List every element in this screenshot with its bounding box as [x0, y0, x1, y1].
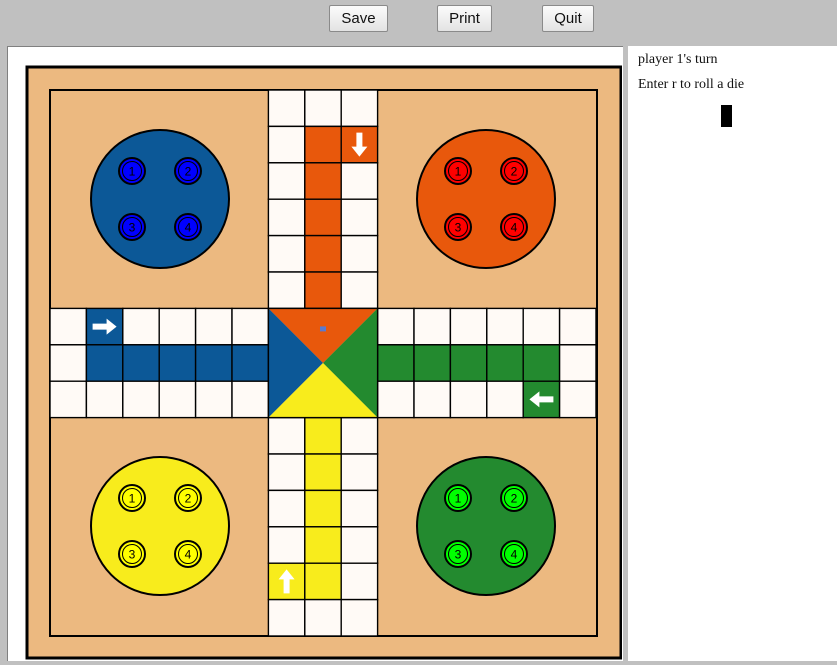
track-cell	[304, 125, 342, 164]
track-cell	[267, 453, 306, 492]
token-label: 1	[129, 492, 136, 506]
track-cell	[486, 307, 524, 346]
token-label: 1	[129, 165, 136, 179]
track-cell	[340, 162, 379, 200]
center-marker	[320, 326, 326, 332]
track-cell	[304, 598, 342, 637]
track-cell	[304, 162, 342, 200]
track-cell	[449, 380, 488, 419]
track-cell	[449, 344, 488, 382]
track-cell	[158, 380, 197, 419]
track-cell	[304, 198, 342, 237]
track-cell	[194, 307, 233, 346]
track-cell	[522, 344, 561, 382]
track-cell	[558, 344, 597, 382]
yellow-base	[90, 456, 230, 596]
track-cell	[122, 307, 160, 346]
toolbar: Save Print Quit	[0, 0, 837, 44]
track-cell	[85, 380, 124, 419]
token-label: 4	[185, 548, 192, 562]
track-cell	[340, 271, 379, 310]
game-canvas[interactable]: 1 2 3 4 1 2 3 4 1 2 3 4 1 2 3 4	[7, 46, 623, 661]
track-cell	[376, 307, 415, 346]
token-label: 2	[511, 165, 518, 179]
track-cell	[231, 307, 270, 346]
track-cell	[304, 489, 342, 528]
blue-base	[90, 129, 230, 269]
track-cell	[413, 380, 452, 419]
token-label: 4	[185, 221, 192, 235]
roll-prompt: Enter r to roll a die	[638, 77, 745, 92]
track-cell	[340, 198, 379, 237]
track-cell	[340, 526, 379, 564]
track-cell	[340, 416, 379, 455]
token-label: 3	[129, 548, 136, 562]
token-label: 2	[185, 165, 192, 179]
token-label: 1	[455, 492, 462, 506]
quit-button[interactable]: Quit	[542, 5, 594, 32]
track-cell	[267, 598, 306, 637]
print-button[interactable]: Print	[437, 5, 492, 32]
track-cell	[522, 307, 561, 346]
track-cell	[558, 307, 597, 346]
ludo-board[interactable]: 1 2 3 4 1 2 3 4 1 2 3 4 1 2 3 4	[8, 47, 623, 660]
track-cell	[231, 380, 270, 419]
track-cell	[340, 598, 379, 637]
track-cell	[267, 526, 306, 564]
track-cell	[267, 416, 306, 455]
track-cell	[304, 271, 342, 310]
track-cell	[376, 380, 415, 419]
track-cell	[340, 489, 379, 528]
track-cell	[413, 307, 452, 346]
token-label: 4	[511, 221, 518, 235]
green-base	[416, 456, 556, 596]
track-cell	[194, 380, 233, 419]
track-cell	[231, 344, 270, 382]
track-cell	[85, 344, 124, 382]
track-cell	[267, 198, 306, 237]
track-cell	[304, 526, 342, 564]
track-cell	[158, 344, 197, 382]
track-cell	[158, 307, 197, 346]
track-cell	[122, 344, 160, 382]
track-cell	[49, 307, 88, 346]
track-cell	[304, 416, 342, 455]
track-cell	[304, 89, 342, 128]
token-label: 3	[455, 221, 462, 235]
status-panel: player 1's turn Enter r to roll a die	[628, 46, 837, 661]
track-cell	[267, 489, 306, 528]
save-button[interactable]: Save	[329, 5, 388, 32]
token-label: 3	[455, 548, 462, 562]
token-label: 3	[129, 221, 136, 235]
track-cell	[267, 271, 306, 310]
track-cell	[558, 380, 597, 419]
text-cursor	[721, 105, 732, 127]
track-cell	[413, 344, 452, 382]
track-cell	[267, 125, 306, 164]
track-cell	[340, 562, 379, 601]
token-label: 2	[185, 492, 192, 506]
track-cell	[122, 380, 160, 419]
track-cell	[486, 344, 524, 382]
track-cell	[267, 234, 306, 273]
track-cell	[340, 234, 379, 273]
orange-base	[416, 129, 556, 269]
track-cell	[449, 307, 488, 346]
track-cell	[340, 89, 379, 128]
track-cell	[49, 344, 88, 382]
track-cell	[304, 453, 342, 492]
track-cell	[376, 344, 415, 382]
turn-indicator: player 1's turn	[638, 52, 718, 67]
track-cell	[194, 344, 233, 382]
track-cell	[304, 234, 342, 273]
track-cell	[486, 380, 524, 419]
token-label: 1	[455, 165, 462, 179]
track-cell	[304, 562, 342, 601]
token-label: 2	[511, 492, 518, 506]
track-cell	[267, 162, 306, 200]
token-label: 4	[511, 548, 518, 562]
track-cell	[267, 89, 306, 128]
track-cell	[49, 380, 88, 419]
track-cell	[340, 453, 379, 492]
